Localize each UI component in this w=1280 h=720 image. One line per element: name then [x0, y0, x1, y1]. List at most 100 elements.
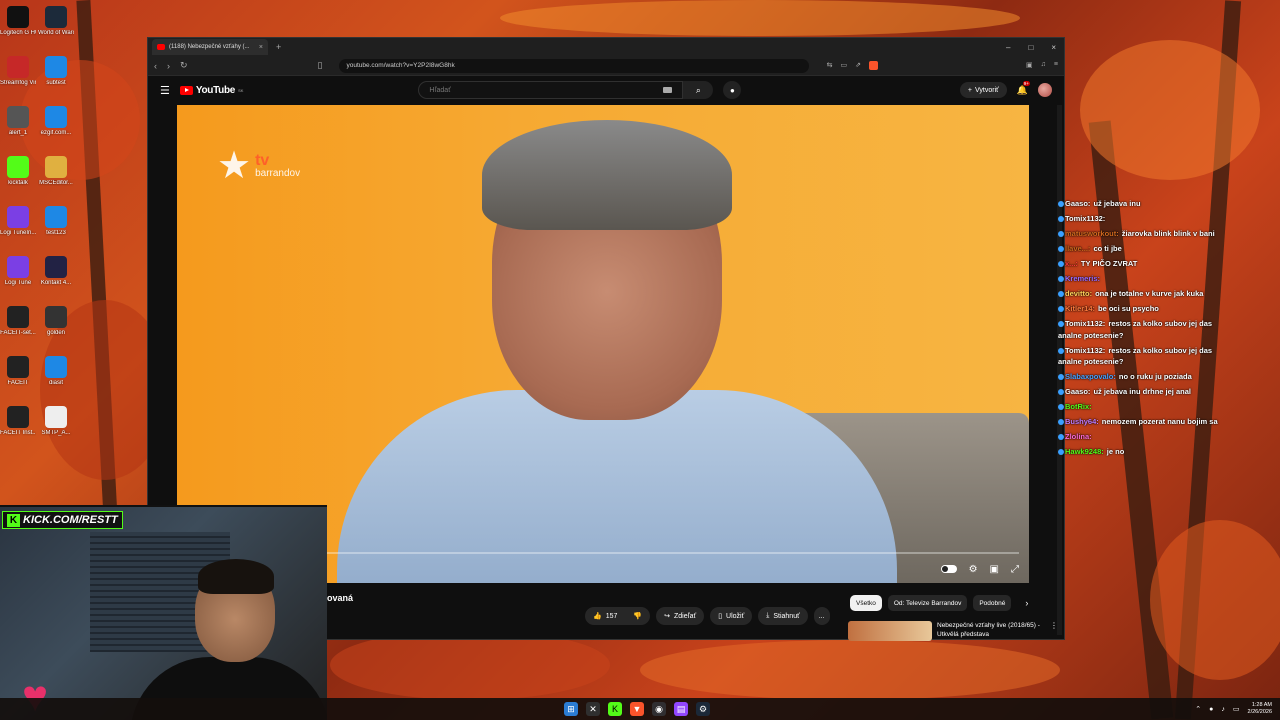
autoplay-toggle[interactable]	[940, 565, 957, 573]
desktop-icon[interactable]: test123	[38, 206, 74, 237]
chip-all[interactable]: Všetko	[850, 595, 882, 611]
desktop-icon[interactable]: diasit	[38, 356, 74, 387]
clock[interactable]: 1:28 AM 2/26/2026	[1248, 702, 1272, 716]
menu-icon[interactable]: ≡	[1054, 61, 1058, 70]
chat-username[interactable]: Kitler14:	[1065, 304, 1095, 313]
settings-gear-icon[interactable]: ⚙	[969, 564, 978, 575]
youtube-logo[interactable]: YouTube SK	[179, 85, 243, 96]
chat-username[interactable]: Slabaxpovalo:	[1065, 372, 1116, 381]
url-field[interactable]: youtube.com/watch?v=Y2P2I8wG8hk	[338, 58, 809, 73]
like-button[interactable]: 👍 157	[585, 607, 626, 625]
desktop-icon[interactable]: Streamfog VirtualCam	[0, 56, 36, 87]
chat-username[interactable]: Bushy64:	[1065, 417, 1099, 426]
tab-close-icon[interactable]: ×	[259, 44, 263, 51]
chat-message: Kitler14: be oci su psycho	[1058, 303, 1228, 315]
steam-icon[interactable]: ⚙	[696, 702, 710, 716]
desktop-icon[interactable]: Logi Tune	[0, 256, 36, 287]
chat-badge-icon	[1058, 404, 1064, 411]
obs-icon[interactable]: ◉	[652, 702, 666, 716]
desktop-icon[interactable]: FACEIT Inst...	[0, 406, 36, 437]
notifications-bell-icon[interactable]: 🔔 9+	[1017, 80, 1030, 96]
share-page-icon[interactable]: ⇗	[855, 61, 861, 70]
desktop-icon-label: kicktalk	[8, 180, 28, 186]
chat-username[interactable]: x...:	[1065, 259, 1078, 268]
wallet-icon[interactable]: ▣	[1026, 61, 1033, 70]
avatar[interactable]	[1038, 83, 1052, 97]
brave-shield-icon[interactable]	[869, 61, 879, 70]
desktop-icon[interactable]: SMTP_A...	[38, 406, 74, 437]
kick-app-icon[interactable]: K	[608, 702, 622, 716]
chat-username[interactable]: Zlolina:	[1065, 432, 1092, 441]
video-frame-person-hair	[482, 120, 732, 230]
start-windows-icon[interactable]: ⊞	[564, 702, 578, 716]
twitch-app-icon[interactable]: ▤	[674, 702, 688, 716]
new-tab-button[interactable]: +	[276, 42, 281, 52]
chat-message: BotRix:	[1058, 401, 1228, 413]
media-icon[interactable]: ♫	[1041, 61, 1046, 70]
chat-username[interactable]: devitto:	[1065, 289, 1092, 298]
miniplayer-icon[interactable]: ▣	[990, 564, 999, 575]
desktop-icon[interactable]: FACEIT-set...	[0, 306, 36, 337]
desktop-icon[interactable]: ezgif.com...	[38, 106, 74, 137]
volume-icon[interactable]: ♪	[1221, 706, 1225, 713]
more-actions-button[interactable]: ...	[813, 607, 830, 625]
search-input[interactable]: Hľadať	[418, 81, 684, 99]
tray-chevron-icon[interactable]: ⌃	[1195, 705, 1201, 713]
chat-username[interactable]: Tomix1132:	[1065, 319, 1105, 328]
maximize-button[interactable]: □	[1028, 43, 1033, 52]
chip-from-channel[interactable]: Od: Televize Barrandov	[887, 595, 968, 611]
download-button[interactable]: ⤓ Stiahnuť	[758, 607, 808, 625]
desktop-icon[interactable]: FACEIT	[0, 356, 36, 387]
tab-youtube[interactable]: (1188) Nebezpečné vzťahy (... ×	[152, 39, 268, 55]
reload-icon[interactable]: ↻	[180, 60, 188, 71]
chat-message: Tomix1132:	[1058, 213, 1228, 225]
desktop-icon[interactable]: World of Warcraft	[38, 6, 74, 37]
create-button[interactable]: + Vytvoriť	[959, 82, 1007, 98]
desktop-icon[interactable]: alert_1	[0, 106, 36, 137]
bookmark-icon[interactable]: ▯	[318, 60, 323, 71]
microphone-tray-icon[interactable]: ●	[1209, 706, 1213, 713]
minimize-button[interactable]: –	[1006, 43, 1010, 52]
search-button[interactable]: ⌕	[683, 81, 714, 99]
xbox-icon[interactable]: ✕	[586, 702, 600, 716]
desktop-icon[interactable]: MSCEditor...	[38, 156, 74, 187]
recommended-video[interactable]: Nebezpečné vzťahy live (2018/65) - Utkvě…	[848, 621, 1058, 641]
forward-icon[interactable]: ›	[167, 61, 170, 71]
back-icon[interactable]: ‹	[154, 61, 157, 71]
desktop-icon[interactable]: Logi TuneIn...	[0, 206, 36, 237]
chevron-right-icon[interactable]: ›	[1025, 595, 1028, 611]
translate-icon[interactable]: ⇆	[827, 61, 833, 70]
voice-search-button[interactable]: ●	[723, 81, 742, 99]
hamburger-menu-icon[interactable]: ☰	[160, 84, 170, 97]
save-button[interactable]: ▯ Uložiť	[710, 607, 753, 625]
chat-username[interactable]: Tomix1132:	[1065, 214, 1105, 223]
desktop-icon[interactable]: subtest	[38, 56, 74, 87]
desktop-icon[interactable]: golden	[38, 306, 74, 337]
chat-username[interactable]: llave...:	[1065, 244, 1090, 253]
desktop-icon[interactable]: Kontakt 4...	[38, 256, 74, 287]
chat-message: x...: TY PIČO ZVRAT	[1058, 258, 1228, 270]
desktop-icon[interactable]: kicktalk	[0, 156, 36, 187]
dislike-button[interactable]: 👎	[625, 607, 651, 625]
desktop-icon-label: FACEIT	[7, 380, 29, 386]
fullscreen-icon[interactable]: ⤢	[1011, 564, 1019, 575]
chat-username[interactable]: Gaaso:	[1065, 199, 1090, 208]
share-button[interactable]: ↪ Zdieľať	[656, 607, 705, 625]
chat-username[interactable]: Kremeris:	[1065, 274, 1100, 283]
globe-icon	[45, 356, 67, 378]
chat-username[interactable]: Gaaso:	[1065, 387, 1090, 396]
chip-related[interactable]: Podobné	[973, 595, 1012, 611]
chat-username[interactable]: BotRix:	[1065, 402, 1092, 411]
brave-browser-icon[interactable]: ▼	[630, 702, 644, 716]
keyboard-icon[interactable]	[663, 87, 673, 93]
cast-icon[interactable]: ▭	[841, 61, 848, 70]
kick-banner: K KICK.COM/RESTT	[2, 511, 123, 529]
chat-username[interactable]: matusworkout:	[1065, 229, 1119, 238]
recommended-thumbnail[interactable]	[848, 621, 932, 641]
close-window-button[interactable]: ×	[1051, 43, 1056, 52]
desktop-icon[interactable]: Logitech G HUB	[0, 6, 36, 37]
chat-username[interactable]: Hawk9248:	[1065, 447, 1104, 456]
recommended-title[interactable]: Nebezpečné vzťahy live (2018/65) - Utkvě…	[937, 621, 1045, 641]
network-icon[interactable]: ▭	[1233, 705, 1240, 713]
chat-username[interactable]: Tomix1132:	[1065, 346, 1105, 355]
